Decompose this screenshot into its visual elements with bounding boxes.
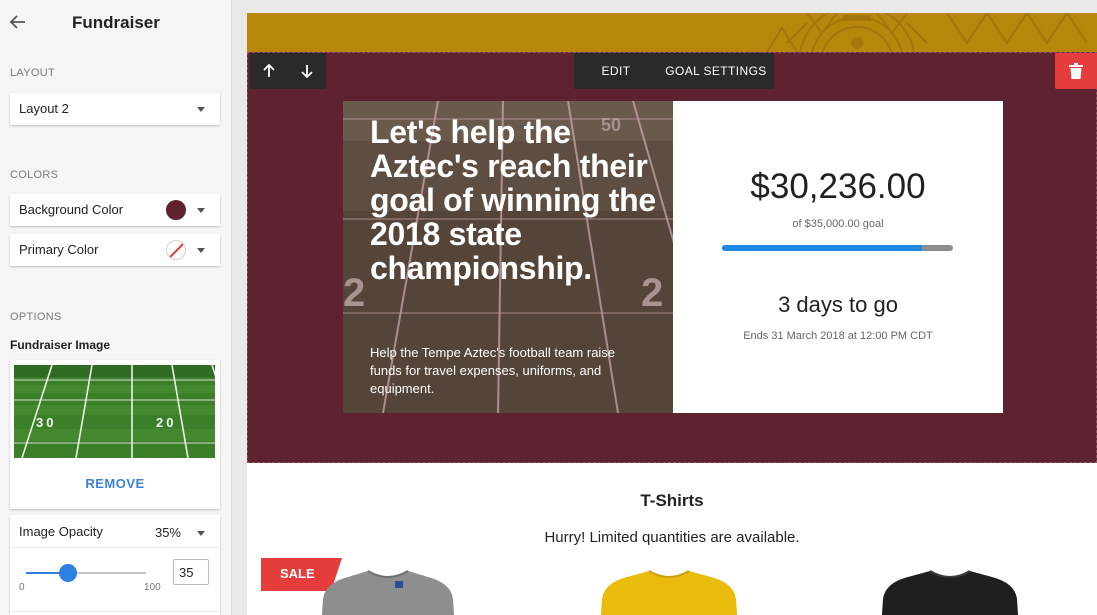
product-section-title: T-Shirts (640, 491, 704, 510)
layout-select-value: Layout 2 (19, 101, 69, 116)
goal-settings-button[interactable]: GOAL SETTINGS (658, 53, 774, 89)
aztec-emblem-graphic (766, 13, 1088, 52)
fundraiser-image-card: 30 20 REMOVE (10, 360, 220, 509)
arrow-up-icon (263, 64, 275, 77)
sidebar-header: Fundraiser (0, 0, 232, 46)
opacity-slider[interactable] (26, 564, 146, 582)
fundraiser-hero-section[interactable]: EDIT GOAL SETTINGS 50 2 2 Let's help the… (247, 52, 1097, 463)
goal-progress-card: $30,236.00 of $35,000.00 goal 3 days to … (673, 101, 1003, 413)
layout-section-label: LAYOUT (10, 67, 55, 79)
primary-color-select[interactable]: Primary Color (10, 234, 220, 266)
background-color-label: Background Color (19, 202, 124, 217)
no-color-swatch-icon (166, 240, 186, 260)
fundraiser-image-thumbnail: 30 20 (14, 365, 215, 458)
back-arrow-icon[interactable] (9, 12, 27, 32)
primary-color-label: Primary Color (19, 242, 99, 257)
image-opacity-label: Image Opacity (19, 524, 103, 539)
move-down-button[interactable] (288, 53, 326, 89)
options-section-label: OPTIONS (10, 311, 62, 323)
delete-section-button[interactable] (1055, 53, 1097, 89)
arrow-down-icon (301, 65, 313, 78)
goal-progress-fill (722, 245, 922, 251)
sidebar-title: Fundraiser (72, 13, 160, 32)
svg-text:2: 2 (343, 271, 365, 315)
chevron-down-icon (197, 248, 205, 253)
goal-progress-bar (722, 245, 953, 251)
move-up-button[interactable] (250, 53, 288, 89)
chevron-down-icon (197, 107, 205, 112)
background-color-swatch (166, 200, 186, 220)
image-opacity-card: Image Opacity 35% 0 100 (10, 515, 220, 615)
edit-button[interactable]: EDIT (574, 53, 658, 89)
opacity-slider-thumb[interactable] (59, 564, 77, 582)
settings-sidebar: Fundraiser LAYOUT Layout 2 COLORS Backgr… (0, 0, 232, 615)
hero-description: Help the Tempe Aztec's football team rai… (370, 345, 616, 396)
chevron-down-icon[interactable] (197, 531, 205, 536)
opacity-number-input[interactable] (173, 559, 209, 585)
hero-headline: Let's help the Aztec's reach their goal … (370, 114, 656, 286)
tshirt-gray-image[interactable] (313, 569, 463, 615)
svg-text:20: 20 (156, 415, 176, 430)
sale-badge-label: SALE (280, 566, 315, 581)
divider (10, 547, 220, 548)
divider (10, 611, 220, 612)
end-date-text: Ends 31 March 2018 at 12:00 PM CDT (743, 330, 933, 342)
slider-min-label: 0 (19, 582, 25, 593)
tshirt-black-image[interactable] (875, 569, 1025, 615)
amount-raised: $30,236.00 (750, 167, 926, 206)
days-remaining: 3 days to go (778, 292, 898, 317)
remove-image-button[interactable]: REMOVE (10, 476, 220, 491)
hero-image-panel: 50 2 2 Let's help the Aztec's reach thei… (343, 101, 673, 413)
goal-amount-text: of $35,000.00 goal (792, 218, 884, 230)
background-color-select[interactable]: Background Color (10, 194, 220, 226)
image-opacity-value[interactable]: 35% (155, 525, 181, 540)
chevron-down-icon (197, 208, 205, 213)
header-band (247, 13, 1097, 52)
slider-max-label: 100 (144, 582, 161, 593)
svg-text:30: 30 (36, 415, 56, 430)
layout-select[interactable]: Layout 2 (10, 93, 220, 125)
colors-section-label: COLORS (10, 169, 59, 181)
tshirt-yellow-image[interactable] (594, 569, 744, 615)
page-canvas: EDIT GOAL SETTINGS 50 2 2 Let's help the… (247, 13, 1097, 615)
trash-icon (1069, 63, 1083, 79)
product-section-subtitle: Hurry! Limited quantities are available. (544, 529, 800, 546)
fundraiser-image-label: Fundraiser Image (10, 338, 111, 352)
